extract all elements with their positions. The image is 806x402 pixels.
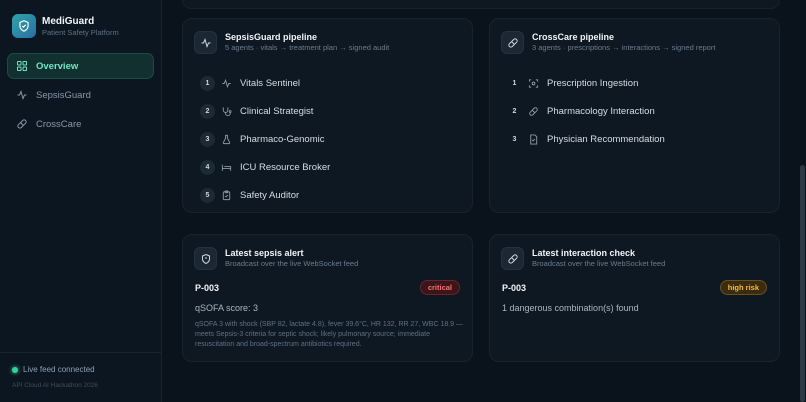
pulse-icon	[221, 78, 232, 89]
list-item: 3 Physician Recommendation	[507, 125, 665, 153]
sidebar-item-sepsisguard[interactable]: SepsisGuard	[7, 82, 154, 108]
clipboard-icon	[221, 189, 232, 201]
live-status-text: Live feed connected	[23, 365, 95, 374]
brand[interactable]: MediGuard Patient Safety Platform	[12, 14, 119, 38]
sidebar-item-crosscare[interactable]: CrossCare	[7, 111, 154, 137]
card-subtitle: 3 agents · prescriptions → interactions …	[532, 43, 716, 52]
step-number: 1	[200, 75, 215, 91]
status-badge: critical	[419, 280, 460, 295]
agent-label: Prescription Ingestion	[547, 77, 639, 89]
step-number: 3	[200, 131, 215, 147]
pill-icon	[528, 106, 539, 117]
brand-name: MediGuard	[42, 15, 95, 27]
step-number: 5	[200, 187, 215, 203]
step-number: 1	[512, 79, 517, 87]
list-item: 5 Safety Auditor	[200, 181, 330, 209]
pill-icon	[16, 118, 28, 130]
sidebar-footer: Live feed connected API Cloud AI Hackath…	[0, 352, 162, 389]
shield-icon	[194, 247, 217, 270]
step-number: 2	[200, 103, 215, 119]
step-number: 4	[200, 159, 215, 175]
qsofa-score: qSOFA score: 3	[195, 303, 259, 313]
sidebar-item-label: Overview	[36, 60, 79, 72]
card-title: Latest sepsis alert	[225, 248, 304, 258]
agent-label: Clinical Strategist	[240, 105, 314, 117]
top-card-edge	[182, 0, 780, 9]
card-title: Latest interaction check	[532, 248, 636, 258]
agent-list: 1 Vitals Sentinel 2 Clinical Strategist …	[200, 69, 330, 209]
interaction-check-card: Latest interaction check Broadcast over …	[489, 234, 780, 362]
step-number: 3	[512, 135, 517, 143]
patient-id: P-003	[502, 283, 527, 293]
bed-icon	[221, 162, 232, 173]
list-item: 1 Vitals Sentinel	[200, 69, 330, 97]
shield-logo-icon	[12, 14, 36, 38]
pill-icon	[501, 247, 524, 270]
live-status: Live feed connected	[12, 365, 95, 374]
agent-label: Physician Recommendation	[547, 133, 665, 145]
brand-subtitle: Patient Safety Platform	[42, 27, 119, 37]
card-subtitle: 5 agents · vitals → treatment plan → sig…	[225, 43, 390, 52]
agent-label: Safety Auditor	[240, 189, 300, 201]
card-title: CrossCare pipeline	[532, 32, 615, 42]
sidebar: MediGuard Patient Safety Platform Overvi…	[0, 0, 162, 402]
scrollbar-thumb[interactable]	[800, 165, 805, 402]
agent-label: Vitals Sentinel	[240, 77, 301, 89]
sidebar-item-label: SepsisGuard	[36, 89, 91, 101]
list-item: 2 Pharmacology Interaction	[507, 97, 665, 125]
patient-id: P-003	[195, 283, 220, 293]
live-status-dot	[12, 366, 18, 373]
list-item: 2 Clinical Strategist	[200, 97, 330, 125]
card-subtitle: Broadcast over the live WebSocket feed	[225, 259, 359, 268]
interaction-summary: 1 dangerous combination(s) found	[502, 303, 639, 313]
footer-note: API Cloud AI Hackathon 2026	[12, 382, 99, 389]
scan-icon	[528, 78, 539, 89]
list-item: 3 Pharmaco-Genomic	[200, 125, 330, 153]
sidebar-item-overview[interactable]: Overview	[7, 53, 154, 79]
step-number: 2	[512, 107, 517, 115]
grid-icon	[16, 60, 28, 72]
agent-label: ICU Resource Broker	[240, 161, 331, 173]
pulse-icon	[194, 31, 217, 54]
list-item: 4 ICU Resource Broker	[200, 153, 330, 181]
agent-label: Pharmaco-Genomic	[240, 133, 325, 145]
pulse-icon	[16, 89, 28, 101]
sidebar-item-label: CrossCare	[36, 118, 82, 130]
agent-list: 1 Prescription Ingestion 2 Pharmacology …	[507, 69, 665, 153]
sepsis-alert-card: Latest sepsis alert Broadcast over the l…	[182, 234, 473, 362]
list-item: 1 Prescription Ingestion	[507, 69, 665, 97]
stethoscope-icon	[221, 106, 232, 117]
status-badge: high risk	[719, 280, 767, 295]
alert-detail: qSOFA 3 with shock (SBP 82, lactate 4.8)…	[195, 321, 464, 348]
agent-label: Pharmacology Interaction	[547, 105, 655, 117]
pill-icon	[501, 31, 524, 54]
sidebar-nav: Overview SepsisGuard CrossCare	[7, 53, 154, 140]
card-subtitle: Broadcast over the live WebSocket feed	[532, 259, 666, 268]
flask-icon	[221, 134, 232, 145]
crosscare-pipeline-card: CrossCare pipeline 3 agents · prescripti…	[489, 18, 780, 213]
document-icon	[528, 133, 539, 145]
sepsisguard-pipeline-card: SepsisGuard pipeline 5 agents · vitals →…	[182, 18, 473, 213]
card-title: SepsisGuard pipeline	[225, 32, 318, 42]
